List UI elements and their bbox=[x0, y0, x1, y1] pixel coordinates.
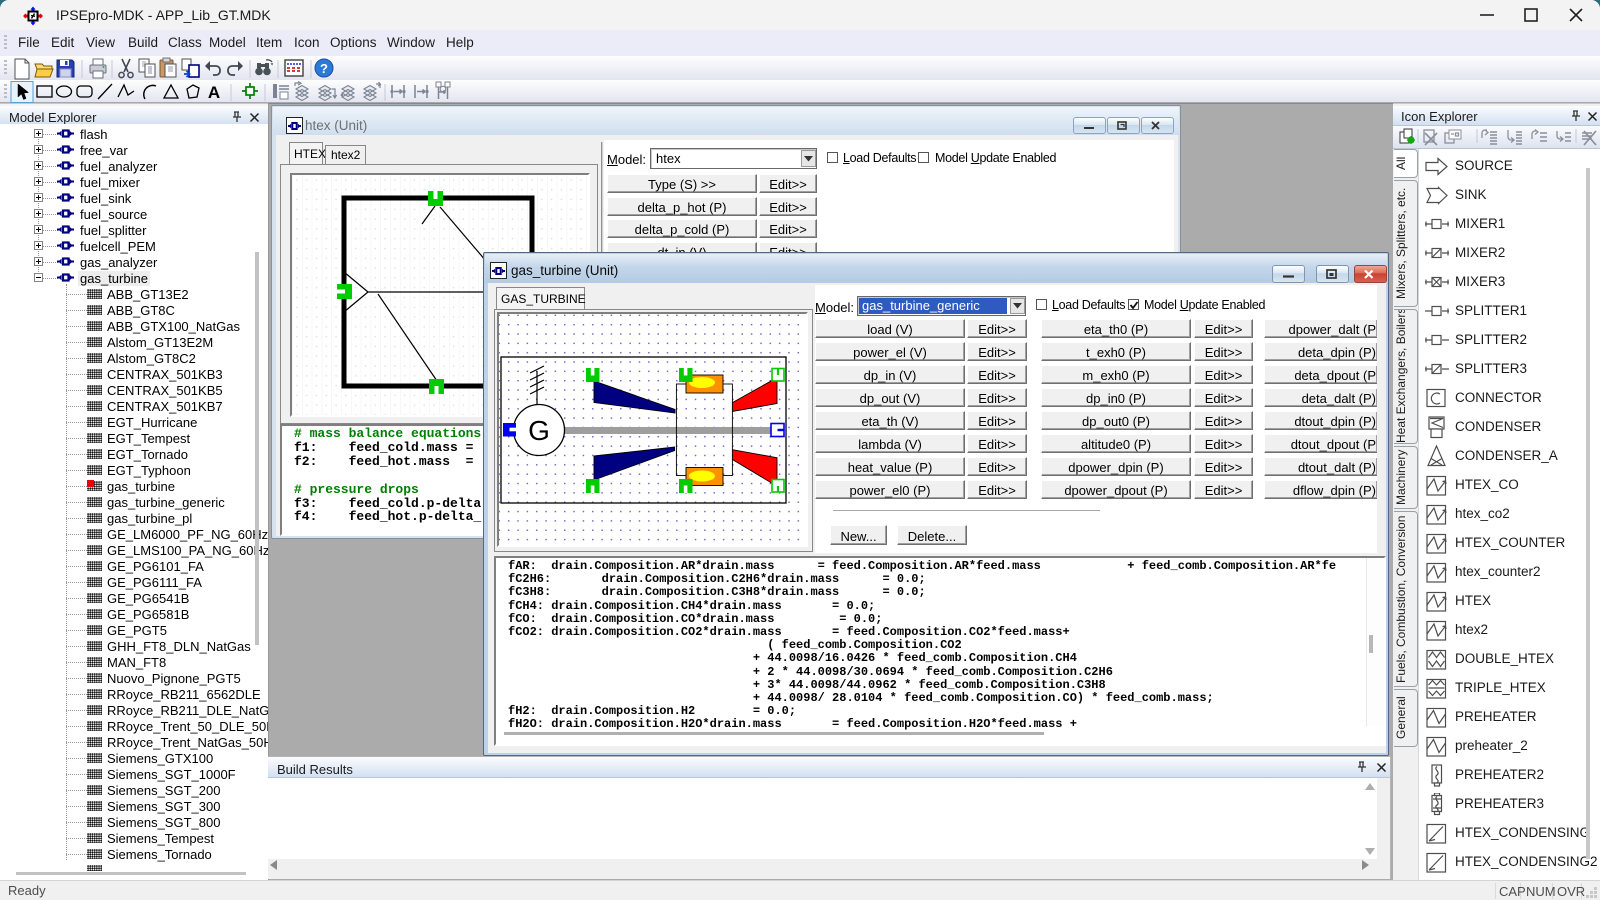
svg-text:G: G bbox=[528, 415, 550, 446]
svg-text:?: ? bbox=[320, 61, 328, 76]
svg-text:A: A bbox=[208, 83, 220, 102]
